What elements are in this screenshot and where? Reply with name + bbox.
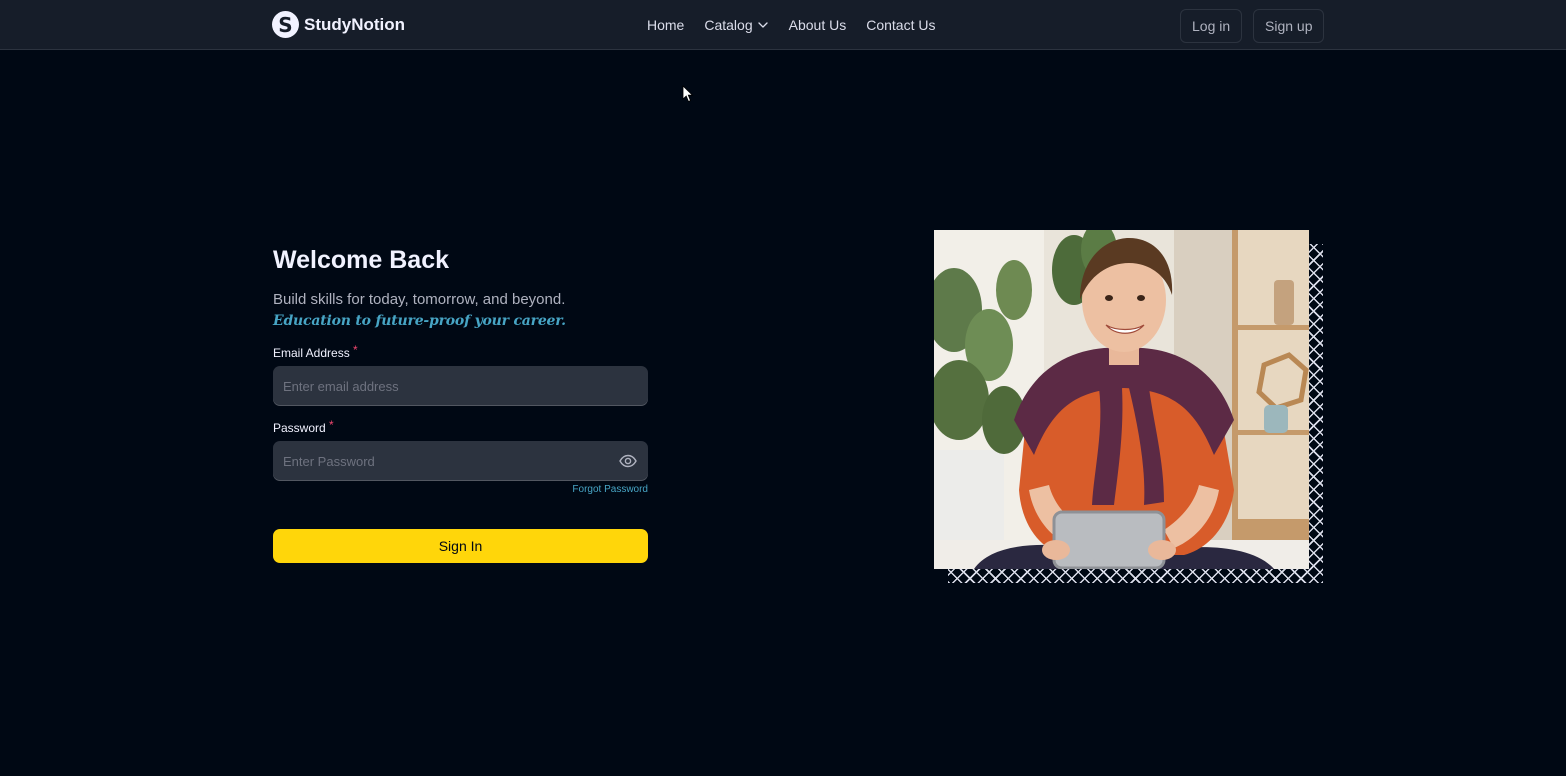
login-form: Welcome Back Build skills for today, tom… <box>273 244 648 563</box>
required-mark: * <box>353 343 358 357</box>
studynotion-logo-icon: S <box>272 11 299 38</box>
page-subtitle: Build skills for today, tomorrow, and be… <box>273 291 566 308</box>
email-field[interactable] <box>273 366 648 406</box>
mouse-cursor-icon <box>682 85 694 103</box>
email-label: Email Address * <box>273 343 648 360</box>
student-illustration <box>934 230 1309 569</box>
password-label: Password * <box>273 418 648 435</box>
top-navbar: S StudyNotion Home Catalog About Us Cont… <box>0 0 1566 50</box>
nav-links: Home Catalog About Us Contact Us <box>647 17 935 33</box>
brand-name: StudyNotion <box>304 14 406 34</box>
login-button[interactable]: Log in <box>1180 9 1243 43</box>
required-mark: * <box>329 418 334 432</box>
nav-link-catalog[interactable]: Catalog <box>704 17 768 33</box>
signup-button[interactable]: Sign up <box>1253 9 1325 43</box>
forgot-password-link[interactable]: Forgot Password <box>273 484 648 495</box>
sign-in-button[interactable]: Sign In <box>273 529 648 563</box>
password-field-wrapper <box>273 441 648 481</box>
nav-link-catalog-label: Catalog <box>704 17 753 33</box>
email-field-wrapper <box>273 366 648 406</box>
chevron-down-icon <box>757 22 768 28</box>
password-label-text: Password <box>273 421 326 435</box>
page-title: Welcome Back <box>273 246 450 274</box>
password-field[interactable] <box>273 441 648 481</box>
nav-link-contact[interactable]: Contact Us <box>866 17 935 33</box>
brand-logo[interactable]: S StudyNotion <box>272 11 405 38</box>
nav-link-about[interactable]: About Us <box>789 17 847 33</box>
email-label-text: Email Address <box>273 346 350 360</box>
eye-icon[interactable] <box>619 453 637 469</box>
nav-link-home[interactable]: Home <box>647 17 684 33</box>
student-photo <box>934 230 1309 569</box>
page-tagline: Education to future-proof your career. <box>273 313 566 329</box>
